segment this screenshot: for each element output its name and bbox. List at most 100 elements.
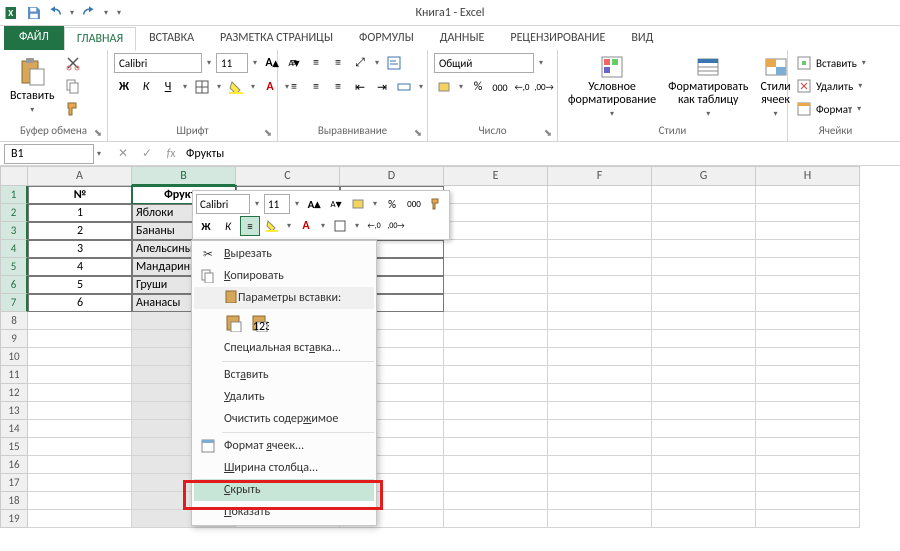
cell-G4[interactable] bbox=[652, 240, 756, 258]
tab-formulas[interactable]: ФОРМУЛЫ bbox=[346, 26, 427, 50]
cell-G12[interactable] bbox=[652, 384, 756, 402]
cell-A17[interactable] bbox=[28, 474, 132, 492]
italic-button[interactable]: К bbox=[136, 77, 156, 97]
paste-button[interactable]: Вставить ▾ bbox=[6, 53, 59, 117]
cell-A10[interactable] bbox=[28, 348, 132, 366]
cell-F19[interactable] bbox=[548, 510, 652, 528]
col-header-G[interactable]: G bbox=[652, 166, 756, 186]
mini-format-painter-icon[interactable] bbox=[426, 194, 446, 214]
row-header-12[interactable]: 12 bbox=[0, 384, 28, 402]
cell-H13[interactable] bbox=[756, 402, 860, 420]
cell-G15[interactable] bbox=[652, 438, 756, 456]
cell-H5[interactable] bbox=[756, 258, 860, 276]
cell-A14[interactable] bbox=[28, 420, 132, 438]
indent-decrease-icon[interactable]: ⇤ bbox=[350, 77, 370, 97]
cell-E18[interactable] bbox=[444, 492, 548, 510]
cell-F4[interactable] bbox=[548, 240, 652, 258]
tab-layout[interactable]: РАЗМЕТКА СТРАНИЦЫ bbox=[207, 26, 346, 50]
cell-F7[interactable] bbox=[548, 294, 652, 312]
cell-H19[interactable] bbox=[756, 510, 860, 528]
cell-F13[interactable] bbox=[548, 402, 652, 420]
clipboard-launcher[interactable]: ⬊ bbox=[91, 125, 105, 139]
paste-option-default-icon[interactable] bbox=[224, 313, 244, 333]
cell-G7[interactable] bbox=[652, 294, 756, 312]
cell-A12[interactable] bbox=[28, 384, 132, 402]
align-right-icon[interactable]: ≡ bbox=[328, 77, 348, 97]
cell-E12[interactable] bbox=[444, 384, 548, 402]
cell-A9[interactable] bbox=[28, 330, 132, 348]
mini-bold-button[interactable]: Ж bbox=[196, 216, 216, 236]
formula-input[interactable]: Фрукты bbox=[180, 144, 900, 164]
tab-file[interactable]: ФАЙЛ bbox=[4, 24, 64, 50]
align-top-icon[interactable]: ≡ bbox=[284, 53, 304, 73]
number-format-input[interactable]: Общий bbox=[434, 53, 534, 73]
font-color-icon[interactable]: A bbox=[260, 77, 280, 97]
mini-inc-decimal-icon[interactable]: ←,0 bbox=[364, 216, 384, 236]
cell-G9[interactable] bbox=[652, 330, 756, 348]
cell-F10[interactable] bbox=[548, 348, 652, 366]
cut-icon[interactable] bbox=[63, 53, 83, 73]
paste-option-values-icon[interactable]: 123 bbox=[250, 313, 270, 333]
cell-E2[interactable] bbox=[444, 204, 548, 222]
cell-G11[interactable] bbox=[652, 366, 756, 384]
insert-cells-label[interactable]: Вставить bbox=[816, 57, 857, 70]
cell-G16[interactable] bbox=[652, 456, 756, 474]
cell-G14[interactable] bbox=[652, 420, 756, 438]
tab-review[interactable]: РЕЦЕНЗИРОВАНИЕ bbox=[497, 26, 618, 50]
cell-E10[interactable] bbox=[444, 348, 548, 366]
tab-home[interactable]: ГЛАВНАЯ bbox=[64, 27, 136, 51]
underline-button[interactable]: Ч bbox=[158, 77, 178, 97]
cell-F17[interactable] bbox=[548, 474, 652, 492]
cancel-formula-icon[interactable]: ✕ bbox=[114, 145, 132, 163]
increase-decimal-icon[interactable]: ←,0 bbox=[512, 77, 532, 97]
cell-G5[interactable] bbox=[652, 258, 756, 276]
mini-align-center-icon[interactable]: ≡ bbox=[240, 216, 260, 236]
cell-H6[interactable] bbox=[756, 276, 860, 294]
mini-font-size[interactable]: 11 bbox=[264, 194, 290, 214]
cell-A7[interactable]: 6 bbox=[28, 294, 132, 312]
cell-F6[interactable] bbox=[548, 276, 652, 294]
cell-E14[interactable] bbox=[444, 420, 548, 438]
cell-A15[interactable] bbox=[28, 438, 132, 456]
ctx-clear[interactable]: Очистить содержимое bbox=[194, 408, 374, 430]
bold-button[interactable]: Ж bbox=[114, 77, 134, 97]
cell-F18[interactable] bbox=[548, 492, 652, 510]
qat-customize[interactable]: ▾ bbox=[114, 8, 124, 18]
cell-E13[interactable] bbox=[444, 402, 548, 420]
font-size-input[interactable]: 11 bbox=[216, 53, 248, 73]
cell-F12[interactable] bbox=[548, 384, 652, 402]
row-header-18[interactable]: 18 bbox=[0, 492, 28, 510]
percent-icon[interactable]: % bbox=[468, 77, 488, 97]
redo-dropdown[interactable]: ▾ bbox=[101, 8, 111, 18]
tab-data[interactable]: ДАННЫЕ bbox=[427, 26, 498, 50]
align-bottom-icon[interactable]: ≡ bbox=[328, 53, 348, 73]
cell-H12[interactable] bbox=[756, 384, 860, 402]
cell-F1[interactable] bbox=[548, 186, 652, 204]
wrap-text-icon[interactable] bbox=[384, 53, 404, 73]
cell-E17[interactable] bbox=[444, 474, 548, 492]
cell-H14[interactable] bbox=[756, 420, 860, 438]
format-cells-label[interactable]: Формат bbox=[816, 103, 852, 116]
mini-font-color-icon[interactable]: A bbox=[296, 216, 316, 236]
row-header-17[interactable]: 17 bbox=[0, 474, 28, 492]
cell-H15[interactable] bbox=[756, 438, 860, 456]
number-launcher[interactable]: ⬊ bbox=[541, 125, 555, 139]
row-header-1[interactable]: 1 bbox=[0, 186, 28, 204]
cell-A6[interactable]: 5 bbox=[28, 276, 132, 294]
cell-E5[interactable] bbox=[444, 258, 548, 276]
redo-icon[interactable] bbox=[80, 4, 98, 22]
col-header-C[interactable]: C bbox=[236, 166, 340, 186]
row-header-14[interactable]: 14 bbox=[0, 420, 28, 438]
cell-G19[interactable] bbox=[652, 510, 756, 528]
mini-borders-icon[interactable] bbox=[330, 216, 350, 236]
col-header-E[interactable]: E bbox=[444, 166, 548, 186]
cell-F9[interactable] bbox=[548, 330, 652, 348]
cell-A16[interactable] bbox=[28, 456, 132, 474]
cell-H9[interactable] bbox=[756, 330, 860, 348]
ctx-hide[interactable]: Скрыть bbox=[194, 479, 374, 501]
mini-percent-icon[interactable]: % bbox=[382, 194, 402, 214]
ctx-format-cells[interactable]: Формат ячеек... bbox=[194, 435, 374, 457]
insert-cells-icon[interactable] bbox=[794, 53, 814, 73]
ctx-unhide[interactable]: Показать bbox=[194, 501, 374, 523]
ctx-paste-special[interactable]: Специальнaя вставка... bbox=[194, 337, 374, 359]
